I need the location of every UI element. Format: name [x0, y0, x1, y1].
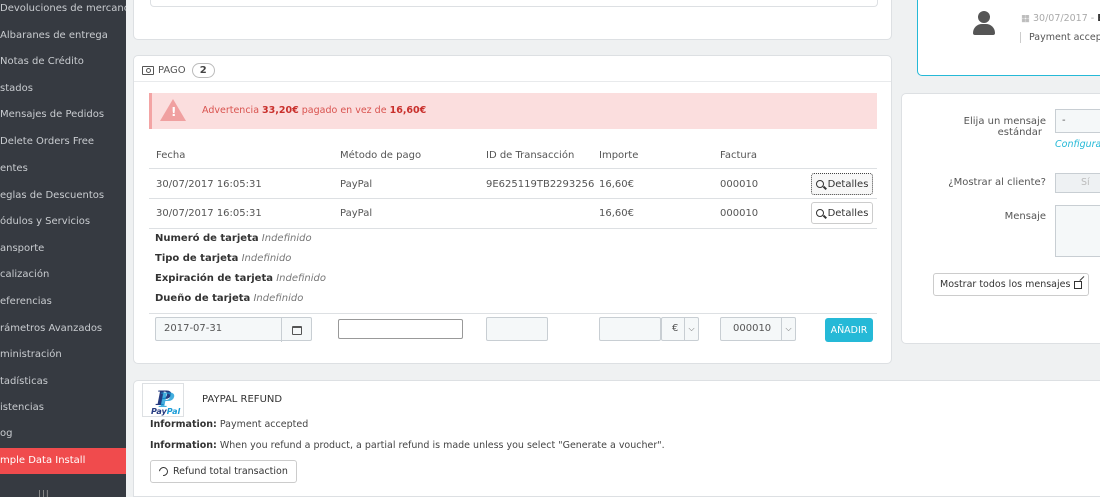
sidebar-item-sample-data-install[interactable]: mple Data Install [0, 448, 126, 474]
row-divider [149, 198, 877, 199]
row-date: 30/07/2017 16:05:31 [156, 208, 262, 219]
sidebar-collapse-icon[interactable]: III [38, 489, 50, 497]
search-icon [815, 209, 824, 217]
column-header-transaction-id: ID de Transacción [486, 150, 575, 161]
payment-panel: PAGO 2 Advertencia 33,20€ pagado en vez … [133, 55, 892, 364]
sidebar-item-merchandise-returns[interactable]: Devoluciones de mercancía [0, 0, 126, 22]
row-date: 30/07/2017 16:05:31 [156, 179, 262, 190]
top-inner-box [150, 0, 878, 7]
message-label: Mensaje [1004, 211, 1046, 222]
external-link-icon [1074, 280, 1083, 289]
message-textarea[interactable] [1055, 205, 1100, 257]
row-invoice: 000010 [720, 208, 759, 219]
warning-text: Advertencia 33,20€ pagado en vez de 16,6… [202, 105, 427, 116]
row-amount: 16,60€ [599, 208, 634, 219]
payment-header: PAGO 2 [142, 63, 215, 78]
chevron-down-icon: ⌵ [781, 318, 795, 340]
info-partial-refund: Information: When you refund a product, … [150, 440, 665, 451]
undo-icon [157, 465, 170, 478]
column-header-date: Fecha [156, 150, 186, 161]
currency-select[interactable]: € ⌵ [661, 317, 699, 341]
payment-count-badge: 2 [191, 63, 215, 78]
transaction-id-input[interactable] [486, 317, 548, 341]
sidebar-item-statuses[interactable]: stados [0, 76, 126, 102]
sidebar-item-localization[interactable]: calización [0, 262, 126, 288]
chevron-down-icon: ⌵ [684, 318, 698, 340]
table-header-divider [149, 168, 877, 169]
card-number-line: Numeró de tarjeta Indefinido [155, 233, 312, 244]
warning-alert: Advertencia 33,20€ pagado en vez de 16,6… [149, 93, 877, 129]
calendar-icon: ▦ [1021, 13, 1033, 24]
header-divider [134, 81, 891, 82]
row-transaction-id: 9E625119TB2293256 [486, 179, 595, 190]
sidebar-item-stock[interactable]: istencias [0, 395, 126, 421]
add-payment-button[interactable]: AÑADIR [825, 318, 873, 342]
sidebar-item-credit-slips[interactable]: Notas de Crédito [0, 49, 126, 75]
row-method: PayPal [340, 208, 373, 219]
payment-title: PAGO [158, 65, 186, 76]
show-customer-toggle[interactable]: Sí [1055, 173, 1100, 193]
configure-link[interactable]: Configurar [1055, 139, 1100, 150]
history-date: ▦ 30/07/2017 - Er [1021, 13, 1100, 24]
warning-expected-amount: 16,60€ [389, 105, 427, 116]
invoice-select[interactable]: 000010 ⌵ [720, 317, 796, 341]
sidebar-item-order-messages[interactable]: Mensajes de Pedidos [0, 102, 126, 128]
sidebar-item-delivery-slips[interactable]: Albaranes de entrega [0, 23, 126, 49]
sidebar-item-modules[interactable]: ódulos y Servicios [0, 209, 126, 235]
info-payment-accepted: Information: Payment accepted [150, 419, 309, 430]
paypal-logo: P PayPal [142, 383, 184, 417]
payment-method-input[interactable] [338, 319, 463, 339]
sidebar-item-cart-rules[interactable]: eglas de Descuentos [0, 183, 126, 209]
messages-panel: Elija un mensaje estándar - Configurar ¿… [901, 93, 1100, 344]
refund-total-transaction-button[interactable]: Refund total transaction [150, 460, 297, 483]
row-amount: 16,60€ [599, 179, 634, 190]
warning-icon [160, 99, 186, 121]
paypal-refund-title: PAYPAL REFUND [202, 394, 283, 405]
search-icon [815, 180, 824, 188]
details-button[interactable]: Detalles [811, 173, 873, 195]
money-icon [142, 66, 154, 75]
sidebar: Devoluciones de mercancía Albaranes de e… [0, 0, 126, 497]
sidebar-item-administration[interactable]: ministración [0, 342, 126, 368]
show-all-messages-button[interactable]: Mostrar todos los mensajes [933, 273, 1090, 296]
top-panel [133, 0, 892, 40]
amount-input[interactable] [599, 317, 661, 341]
sidebar-item-stats[interactable]: tadísticas [0, 369, 126, 395]
row-method: PayPal [340, 179, 373, 190]
card-expiration-line: Expiración de tarjeta Indefinido [155, 273, 327, 284]
order-history-panel: ▦ 30/07/2017 - Er Payment accept [917, 0, 1100, 76]
row-divider [149, 313, 877, 314]
calendar-icon[interactable] [281, 318, 311, 342]
show-customer-label: ¿Mostrar al cliente? [948, 177, 1046, 188]
user-avatar-icon [973, 11, 995, 35]
warning-paid-amount: 33,20€ [262, 105, 299, 116]
sidebar-item-customers[interactable]: entes [0, 156, 126, 182]
card-type-line: Tipo de tarjeta Indefinido [155, 253, 292, 264]
payment-date-input[interactable]: 2017-07-31 [155, 317, 312, 342]
sidebar-item-preferences[interactable]: eferencias [0, 289, 126, 315]
sidebar-item-delete-orders[interactable]: Delete Orders Free [0, 129, 126, 155]
sidebar-item-shipping[interactable]: ansporte [0, 236, 126, 262]
column-header-method: Método de pago [340, 150, 422, 161]
sidebar-item-advanced-parameters[interactable]: rámetros Avanzados [0, 316, 126, 342]
history-status: Payment accept [1020, 32, 1100, 43]
sidebar-item-blog[interactable]: og [0, 421, 126, 447]
row-divider [149, 228, 877, 229]
paypal-refund-panel: P PayPal PAYPAL REFUND Information: Paym… [133, 380, 1100, 497]
row-invoice: 000010 [720, 179, 759, 190]
choose-message-label: Elija un mensaje estándar [963, 116, 1046, 138]
details-button[interactable]: Detalles [811, 202, 873, 224]
column-header-amount: Importe [599, 150, 639, 161]
card-holder-line: Dueño de tarjeta Indefinido [155, 293, 304, 304]
column-header-invoice: Factura [720, 150, 757, 161]
standard-message-select[interactable]: - [1055, 109, 1100, 133]
